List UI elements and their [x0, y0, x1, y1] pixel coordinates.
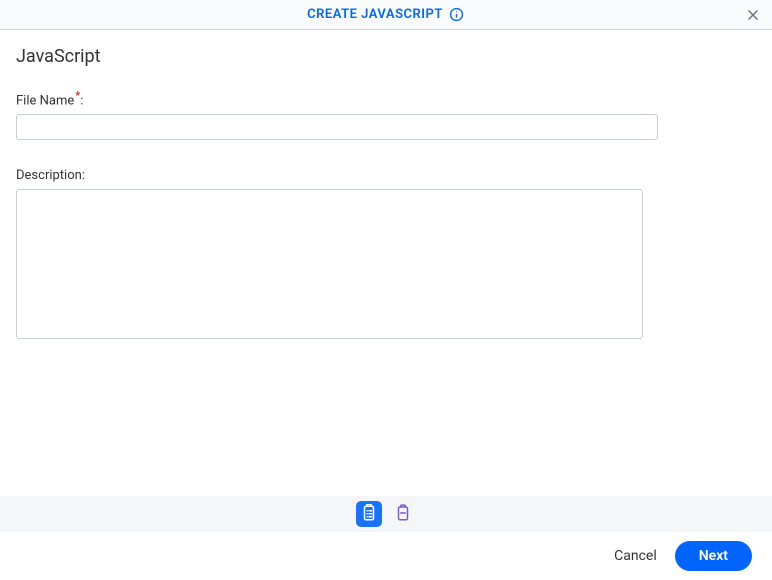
- form-view-icon: [360, 504, 378, 525]
- close-icon[interactable]: [744, 6, 762, 24]
- description-field-group: Description:: [16, 164, 756, 343]
- dialog-content: JavaScript File Name*: Description:: [0, 30, 772, 496]
- next-button[interactable]: Next: [675, 541, 752, 571]
- label-colon: :: [82, 168, 85, 183]
- description-input[interactable]: [16, 189, 643, 339]
- description-label-text: Description: [16, 168, 82, 183]
- create-javascript-dialog: CREATE JAVASCRIPT JavaScript File Name*:: [0, 0, 772, 580]
- file-name-input[interactable]: [16, 114, 658, 140]
- dialog-header: CREATE JAVASCRIPT: [0, 0, 772, 30]
- dialog-footer: Cancel Next: [0, 532, 772, 580]
- form-view-button[interactable]: [356, 501, 382, 527]
- file-name-label: File Name*:: [16, 89, 83, 108]
- cancel-button[interactable]: Cancel: [614, 548, 657, 564]
- file-name-field-group: File Name*:: [16, 89, 756, 140]
- clipboard-button[interactable]: [390, 501, 416, 527]
- description-label: Description:: [16, 168, 85, 183]
- info-icon[interactable]: [449, 7, 465, 23]
- dialog-title: CREATE JAVASCRIPT: [307, 7, 443, 22]
- file-name-label-text: File Name: [16, 93, 74, 108]
- page-title: JavaScript: [16, 46, 756, 67]
- clipboard-icon: [394, 504, 412, 525]
- bottom-toolbar: [0, 496, 772, 532]
- label-colon: :: [80, 93, 83, 108]
